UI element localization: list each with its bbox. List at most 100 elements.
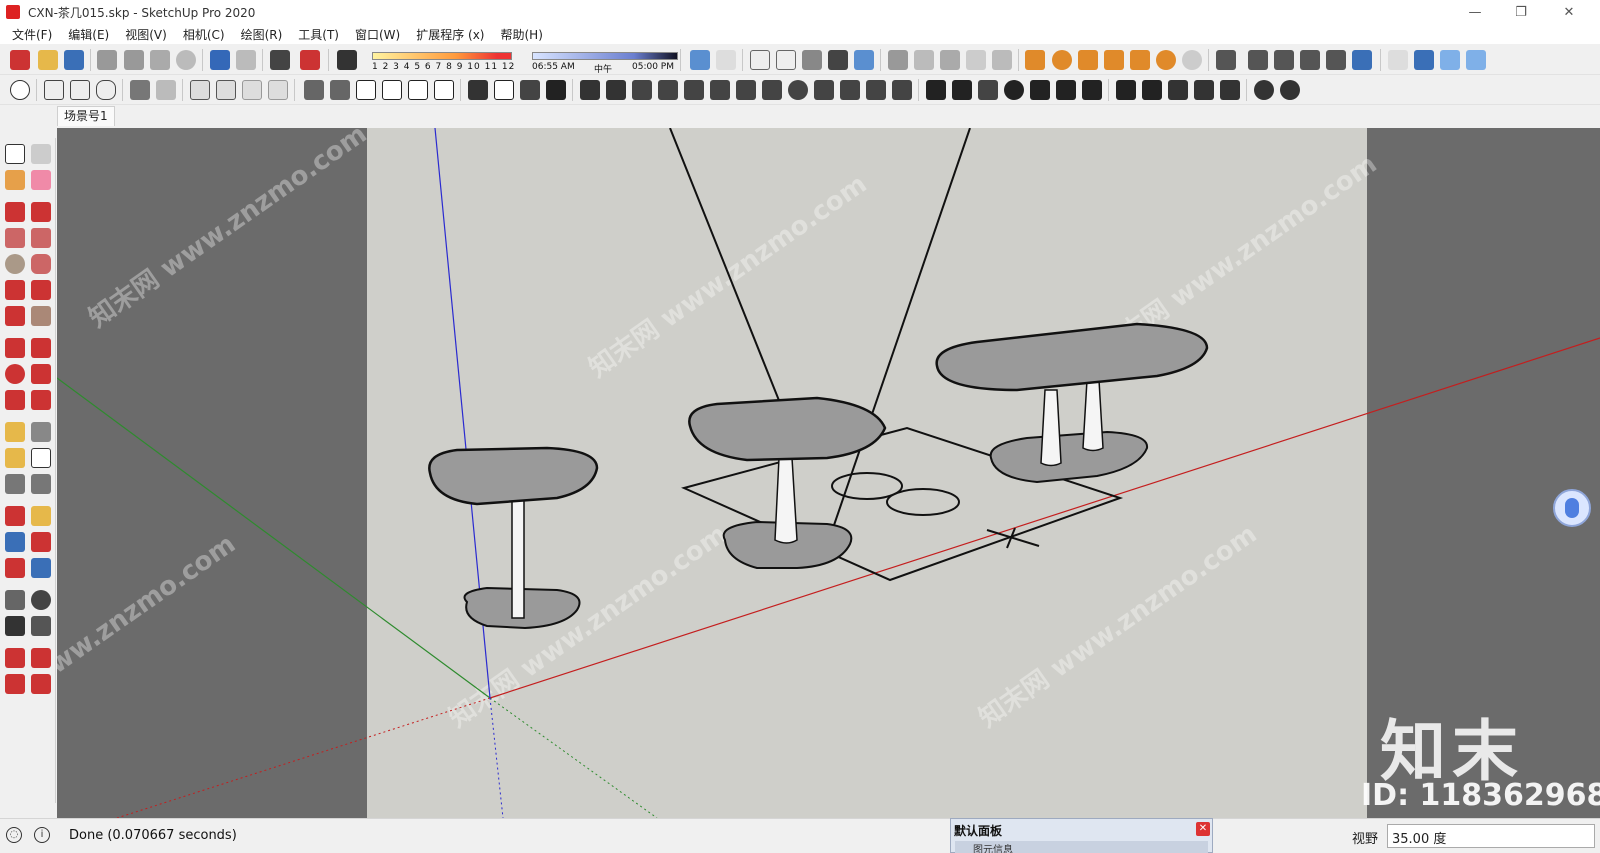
house-icon[interactable] <box>356 80 376 100</box>
new-file-icon[interactable] <box>10 50 30 70</box>
group-icon[interactable] <box>940 50 960 70</box>
line-icon[interactable] <box>5 202 25 222</box>
door-tool-icon[interactable] <box>1168 80 1188 100</box>
select-icon[interactable] <box>5 144 25 164</box>
building-tool-3-icon[interactable] <box>382 80 402 100</box>
back-edges-icon[interactable] <box>716 50 736 70</box>
curve-tool-12-icon[interactable] <box>866 80 886 100</box>
print-icon[interactable] <box>270 50 290 70</box>
component-icon[interactable] <box>914 50 934 70</box>
protractor-icon[interactable] <box>5 448 25 468</box>
extension-tool-6-icon[interactable] <box>1156 50 1176 70</box>
paint-bucket-icon[interactable] <box>5 170 25 190</box>
default-tray-panel[interactable]: 默认面板 ✕ 图元信息 <box>950 818 1213 853</box>
follow-me-icon[interactable] <box>966 50 986 70</box>
menu-camera[interactable]: 相机(C) <box>175 26 233 43</box>
view-front-icon[interactable] <box>1274 50 1294 70</box>
menu-tools[interactable]: 工具(T) <box>290 26 347 43</box>
ruby-icon[interactable] <box>31 674 51 694</box>
arc-icon[interactable] <box>5 280 25 300</box>
intersect-icon[interactable] <box>992 50 1012 70</box>
ramp-icon[interactable] <box>520 80 540 100</box>
shaded-textures-icon[interactable] <box>828 50 848 70</box>
share-model-icon[interactable] <box>70 80 90 100</box>
shadow-date-slider[interactable]: 1 2 3 4 5 6 7 8 9 10 11 12 <box>372 50 522 76</box>
menu-file[interactable]: 文件(F) <box>4 26 60 43</box>
extension-warehouse-icon[interactable] <box>31 648 51 668</box>
extension-tool-2-icon[interactable] <box>1052 50 1072 70</box>
rotate-icon[interactable] <box>5 364 25 384</box>
move-icon[interactable] <box>5 338 25 358</box>
three-point-arc-icon[interactable] <box>5 306 25 326</box>
walk-tool-icon[interactable] <box>5 616 25 636</box>
geolocation-icon[interactable]: ◌ <box>6 827 22 843</box>
look-around-icon[interactable] <box>31 590 51 610</box>
redo-icon[interactable] <box>236 50 256 70</box>
rotated-rectangle-icon[interactable] <box>31 228 51 248</box>
pan-icon[interactable] <box>31 506 51 526</box>
extension-tool-4-icon[interactable] <box>1104 50 1124 70</box>
dimension-icon[interactable] <box>31 422 51 442</box>
extension-tool-5-icon[interactable] <box>1130 50 1150 70</box>
curve-tool-10-icon[interactable] <box>814 80 834 100</box>
instructor-info-icon[interactable]: i <box>34 827 50 843</box>
position-camera-icon[interactable] <box>1388 50 1408 70</box>
fence-icon[interactable] <box>1056 80 1076 100</box>
position-camera-tool-icon[interactable] <box>5 590 25 610</box>
close-button[interactable]: ✕ <box>1546 0 1592 24</box>
open-file-icon[interactable] <box>38 50 58 70</box>
orbit-icon[interactable] <box>5 506 25 526</box>
spiral-icon[interactable] <box>1004 80 1024 100</box>
sandbox-1-icon[interactable] <box>130 80 150 100</box>
curve-tool-3-icon[interactable] <box>632 80 652 100</box>
section-plane-tool-icon[interactable] <box>31 616 51 636</box>
curve-tool-1-icon[interactable] <box>580 80 600 100</box>
building-tool-4-icon[interactable] <box>408 80 428 100</box>
curve-tool-7-icon[interactable] <box>736 80 756 100</box>
freehand-icon[interactable] <box>31 202 51 222</box>
xray-icon[interactable] <box>690 50 710 70</box>
zoom-window-icon[interactable] <box>31 532 51 552</box>
arch-icon[interactable] <box>926 80 946 100</box>
cut-icon[interactable] <box>97 50 117 70</box>
extension-tool-7-icon[interactable] <box>1182 50 1202 70</box>
section-plane-icon[interactable] <box>888 50 908 70</box>
triangle-tool-icon[interactable] <box>1030 80 1050 100</box>
scene-tab-1[interactable]: 场景号1 <box>57 106 115 126</box>
3d-text-icon[interactable] <box>31 474 51 494</box>
curve-tool-9-icon[interactable] <box>788 80 808 100</box>
follow-me-tool-icon[interactable] <box>31 364 51 384</box>
cloud-icon[interactable] <box>96 80 116 100</box>
parallel-projection-icon[interactable] <box>1466 50 1486 70</box>
brush-tool-icon[interactable] <box>1220 80 1240 100</box>
tape-measure-icon[interactable] <box>5 422 25 442</box>
previous-view-icon[interactable] <box>31 558 51 578</box>
view-iso-icon[interactable] <box>1216 50 1236 70</box>
save-icon[interactable] <box>64 50 84 70</box>
two-point-arc-icon[interactable] <box>31 280 51 300</box>
warehouse-icon[interactable] <box>44 80 64 100</box>
view-top-icon[interactable] <box>1248 50 1268 70</box>
hidden-line-icon[interactable] <box>776 50 796 70</box>
columns-icon[interactable] <box>1082 80 1102 100</box>
validate-icon[interactable] <box>10 80 30 100</box>
curve-tool-8-icon[interactable] <box>762 80 782 100</box>
view-left-icon[interactable] <box>1352 50 1372 70</box>
curve-tool-13-icon[interactable] <box>892 80 912 100</box>
curve-tool-4-icon[interactable] <box>658 80 678 100</box>
extension-tool-1-icon[interactable] <box>1025 50 1045 70</box>
layer-1-icon[interactable] <box>190 80 210 100</box>
layer-2-icon[interactable] <box>216 80 236 100</box>
menu-draw[interactable]: 绘图(R) <box>233 26 291 43</box>
pie-icon[interactable] <box>31 306 51 326</box>
warehouse-tool-icon[interactable] <box>5 648 25 668</box>
curve-tool-5-icon[interactable] <box>684 80 704 100</box>
tray-close-icon[interactable]: ✕ <box>1196 822 1210 836</box>
sandbox-2-icon[interactable] <box>156 80 176 100</box>
minimize-button[interactable]: — <box>1452 0 1498 24</box>
window-tool-icon[interactable] <box>494 80 514 100</box>
wireframe-icon[interactable] <box>750 50 770 70</box>
offset-icon[interactable] <box>31 390 51 410</box>
polygon-icon[interactable] <box>31 254 51 274</box>
layer-3-icon[interactable] <box>242 80 262 100</box>
